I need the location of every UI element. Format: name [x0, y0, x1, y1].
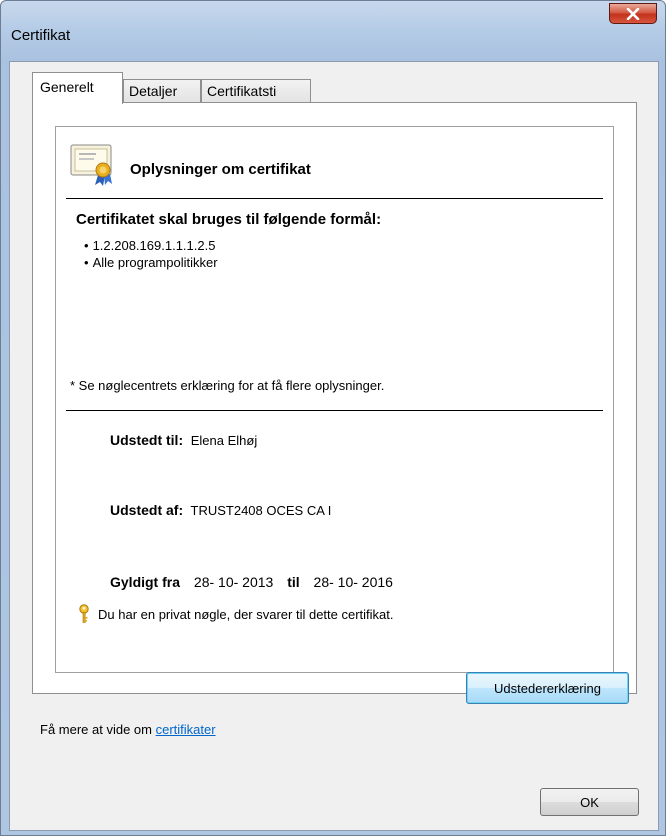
certificate-info-heading: Oplysninger om certifikat	[130, 161, 311, 178]
issuer-statement-button[interactable]: Udstedererklæring	[466, 672, 629, 704]
private-key-row: Du har en privat nøgle, der svarer til d…	[78, 604, 394, 624]
tab-generelt[interactable]: Generelt	[32, 72, 123, 104]
issued-by-value: TRUST2408 OCES CA I	[190, 503, 332, 518]
close-button[interactable]	[609, 3, 657, 24]
learn-more-row: Få mere at vide om certifikater	[40, 722, 216, 737]
purpose-title: Certifikatet skal bruges til følgende fo…	[76, 211, 382, 228]
title-bar[interactable]: Certifikat	[1, 1, 665, 61]
tab-detaljer[interactable]: Detaljer	[123, 79, 201, 103]
ok-button[interactable]: OK	[540, 788, 639, 816]
divider-top	[66, 198, 603, 199]
issued-by-row: Udstedt af: TRUST2408 OCES CA I	[110, 502, 331, 518]
key-icon	[79, 604, 89, 623]
certificate-icon	[70, 144, 112, 186]
learn-more-prefix: Få mere at vide om	[40, 722, 156, 737]
issued-to-row: Udstedt til: Elena Elhøj	[110, 432, 257, 448]
close-icon	[626, 7, 640, 20]
issued-by-label: Udstedt af:	[110, 502, 184, 518]
list-item: 1.2.208.169.1.1.1.2.5	[84, 237, 218, 254]
valid-to-label: til	[287, 574, 300, 590]
certificate-dialog: Certifikat Generelt Detaljer Certifikats…	[0, 0, 666, 836]
issued-to-value: Elena Elhøj	[190, 433, 258, 448]
dialog-client-area: Generelt Detaljer Certifikatsti Oplysnin…	[9, 61, 659, 831]
general-tab-panel: Oplysninger om certifikat Certifikatet s…	[32, 102, 637, 694]
window-title: Certifikat	[11, 27, 71, 44]
purpose-list: 1.2.208.169.1.1.1.2.5 Alle programpoliti…	[84, 237, 218, 271]
divider-bottom	[66, 410, 603, 411]
valid-to-value: 28- 10- 2016	[313, 574, 393, 590]
issuer-statement-note: * Se nøglecentrets erklæring for at få f…	[70, 378, 385, 393]
validity-row: Gyldigt fra 28- 10- 2013 til 28- 10- 201…	[110, 574, 393, 590]
issued-to-label: Udstedt til:	[110, 432, 184, 448]
list-item: Alle programpolitikker	[84, 254, 218, 271]
certificates-link[interactable]: certifikater	[156, 722, 216, 737]
certificate-info-box: Oplysninger om certifikat Certifikatet s…	[55, 126, 614, 673]
private-key-text: Du har en privat nøgle, der svarer til d…	[98, 606, 394, 622]
valid-from-value: 28- 10- 2013	[193, 574, 274, 590]
valid-from-label: Gyldigt fra	[110, 574, 181, 590]
tab-certifikatsti[interactable]: Certifikatsti	[201, 79, 311, 103]
